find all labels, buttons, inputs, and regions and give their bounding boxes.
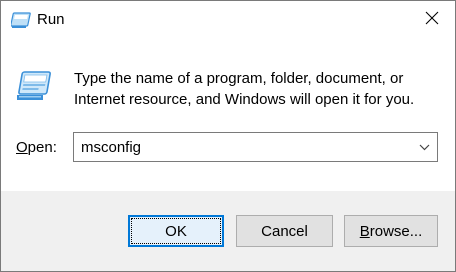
browse-button[interactable]: Browse... [344,215,438,247]
run-program-icon [15,69,53,103]
close-button[interactable] [409,1,455,39]
run-dialog: Run Type the name of a program, folder, … [0,0,456,272]
run-icon [10,10,33,30]
open-label: Open: [16,139,57,156]
open-combobox[interactable] [73,132,438,162]
chevron-down-icon [419,138,430,156]
dropdown-button[interactable] [411,133,437,161]
dialog-description: Type the name of a program, folder, docu… [74,70,415,108]
ok-button[interactable]: OK [128,215,224,247]
title-bar[interactable]: Run [1,1,455,39]
dialog-body: Type the name of a program, folder, docu… [1,39,455,191]
ok-button-label: OK [165,222,187,240]
cancel-button-label: Cancel [261,222,308,240]
window-title: Run [37,11,65,28]
browse-button-label: Browse... [359,222,423,240]
close-icon [425,11,439,30]
cancel-button[interactable]: Cancel [236,215,333,247]
button-bar: OK Cancel Browse... [1,191,455,271]
open-input[interactable] [74,133,411,161]
